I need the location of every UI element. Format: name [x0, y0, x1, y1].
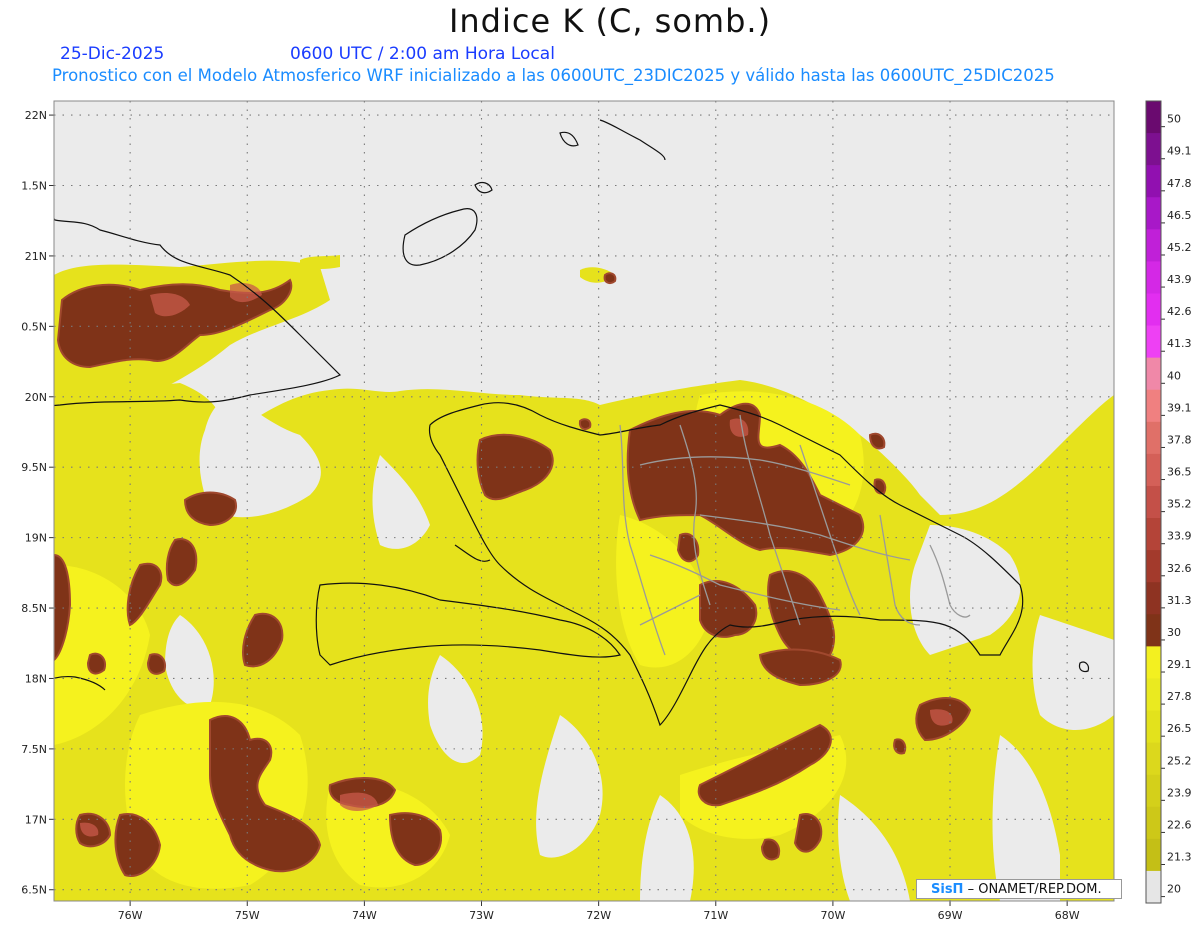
forecast-subtitle: Pronostico con el Modelo Atmosferico WRF…	[52, 66, 1055, 85]
lat-label: 0.5N	[21, 320, 47, 333]
colorbar-swatch	[1146, 453, 1161, 487]
colorbar-label: 26.5	[1167, 722, 1192, 735]
map-title: Indice K (C, somb.)	[448, 2, 772, 40]
colorbar-label: 27.8	[1167, 690, 1192, 703]
lat-label: 20N	[25, 391, 47, 404]
forecast-date: 25-Dic-2025	[60, 44, 165, 64]
lon-label: 75W	[235, 909, 260, 922]
lon-label: 69W	[938, 909, 963, 922]
lon-label: 73W	[469, 909, 494, 922]
lat-label: 19N	[25, 532, 47, 545]
colorbar-swatch	[1146, 165, 1161, 198]
colorbar-label: 45.2	[1167, 241, 1192, 254]
colorbar-swatch	[1146, 774, 1161, 808]
lat-label: 21N	[25, 250, 47, 263]
colorbar-swatch	[1146, 293, 1161, 327]
lon-label: 68W	[1055, 909, 1080, 922]
lat-label: 7.5N	[21, 743, 47, 756]
credit-box: SisΠ – ONAMET/REP.DOM.	[916, 879, 1122, 899]
colorbar-label: 41.3	[1167, 337, 1192, 350]
colorbar-label: 46.5	[1167, 209, 1192, 222]
lon-label: 70W	[820, 909, 845, 922]
colorbar-label: 35.2	[1167, 498, 1192, 511]
credit-organization: – ONAMET/REP.DOM.	[967, 882, 1102, 897]
colorbar-label: 22.6	[1167, 818, 1192, 831]
colorbar-label: 50	[1167, 113, 1181, 126]
colorbar-swatch	[1146, 870, 1161, 904]
colorbar-label: 25.2	[1167, 754, 1192, 767]
colorbar-swatch	[1146, 485, 1161, 519]
colorbar-swatch	[1146, 229, 1161, 262]
colorbar-swatch	[1146, 518, 1161, 551]
lon-label: 76W	[118, 909, 143, 922]
colorbar-swatch	[1146, 614, 1161, 647]
colorbar-swatch	[1146, 133, 1161, 166]
k-index-map: 22N 1.5N 21N 0.5N 20N 9.5N 19N 8.5N 18N 7.5N 17N 6.…	[21, 100, 1192, 922]
colorbar-label: 39.1	[1167, 401, 1192, 414]
colorbar-swatch	[1146, 710, 1161, 744]
colorbar-label: 20	[1167, 883, 1181, 896]
colorbar-label: 30	[1167, 626, 1181, 639]
colorbar-label: 43.9	[1167, 273, 1192, 286]
color-scale-bar: 50 49.1 47.8 46.5 45.2 43.9 42.6 41.3 40 39.1 37.8…	[1145, 100, 1192, 904]
lat-label: 8.5N	[21, 602, 47, 615]
lon-label: 72W	[586, 909, 611, 922]
colorbar-swatch	[1146, 389, 1161, 423]
colorbar-swatch	[1146, 101, 1161, 134]
colorbar-swatch	[1146, 421, 1161, 455]
colorbar-swatch	[1146, 646, 1161, 679]
colorbar-swatch	[1146, 838, 1161, 872]
colorbar-label: 37.8	[1167, 433, 1192, 446]
lat-label: 6.5N	[21, 884, 47, 897]
colorbar-label: 31.3	[1167, 594, 1192, 607]
colorbar-label: 32.6	[1167, 562, 1192, 575]
colorbar-label: 23.9	[1167, 786, 1192, 799]
colorbar-label: 33.9	[1167, 530, 1192, 543]
lon-label: 71W	[703, 909, 728, 922]
colorbar-label: 42.6	[1167, 305, 1192, 318]
lat-label: 1.5N	[21, 180, 47, 193]
colorbar-swatch	[1146, 678, 1161, 712]
forecast-time: 0600 UTC / 2:00 am Hora Local	[290, 44, 555, 64]
colorbar-label: 21.3	[1167, 851, 1192, 864]
latitude-labels: 22N 1.5N 21N 0.5N 20N 9.5N 19N 8.5N 18N 7.5N 17N 6.…	[21, 109, 47, 897]
colorbar-label: 36.5	[1167, 466, 1192, 479]
colorbar-swatch	[1146, 806, 1161, 840]
colorbar-swatch	[1146, 357, 1161, 391]
colorbar-label: 49.1	[1167, 145, 1192, 158]
colorbar-label: 40	[1167, 369, 1181, 382]
lat-label: 18N	[25, 672, 47, 685]
colorbar-label: 29.1	[1167, 658, 1192, 671]
colorbar-swatch	[1146, 197, 1161, 230]
colorbar-label: 47.8	[1167, 177, 1192, 190]
lon-label: 74W	[352, 909, 377, 922]
longitude-labels: 76W 75W 74W 73W 72W 71W 70W 69W 68W	[118, 909, 1080, 922]
colorbar-swatch	[1146, 582, 1161, 615]
colorbar-swatch	[1146, 261, 1161, 294]
lat-label: 17N	[25, 813, 47, 826]
colorbar-swatch	[1146, 742, 1161, 776]
lat-label: 22N	[25, 109, 47, 122]
lat-label: 9.5N	[21, 461, 47, 474]
colorbar-swatch	[1146, 550, 1161, 583]
credit-brand: SisΠ	[931, 882, 964, 897]
colorbar-swatch	[1146, 325, 1161, 359]
